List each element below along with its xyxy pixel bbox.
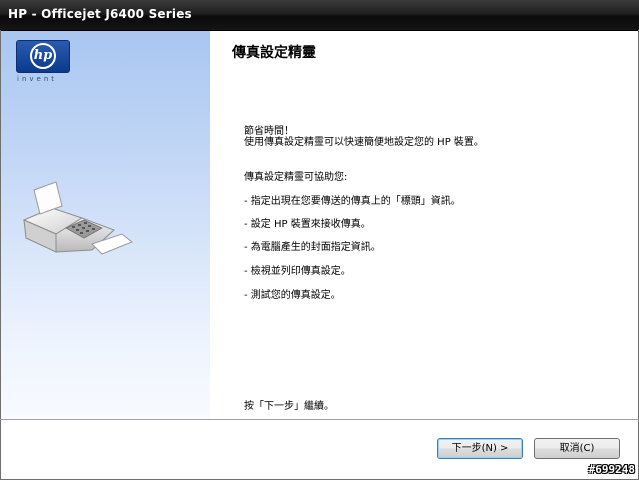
hp-tagline: invent [17,75,58,83]
feature-item: - 指定出現在您要傳送的傳真上的「標頭」資訊。 [244,196,461,207]
intro-line-2: 使用傳真設定精靈可以快速簡便地設定您的 HP 裝置。 [244,137,484,148]
page-title: 傳真設定精靈 [232,45,316,61]
hp-logo-mark: hp [33,48,53,63]
window-title: HP - Officejet J6400 Series [8,7,192,21]
next-button[interactable]: 下一步(N) > [437,438,523,459]
continue-instruction: 按「下一步」繼續。 [244,401,334,412]
feature-item: - 為電腦產生的封面指定資訊。 [244,242,381,253]
helps-label: 傳真設定精靈可協助您: [244,172,348,183]
title-bar[interactable]: HP - Officejet J6400 Series [0,0,639,31]
feature-item: - 設定 HP 裝置來接收傳真。 [244,219,371,230]
hp-logo: hp [16,40,70,73]
feature-item: - 檢視並列印傳真設定。 [244,266,351,277]
fax-machine-icon [22,181,133,255]
cancel-button[interactable]: 取消(C) [534,438,620,459]
feature-item: - 測試您的傳真設定。 [244,290,341,301]
image-watermark: #699248 [588,463,635,476]
